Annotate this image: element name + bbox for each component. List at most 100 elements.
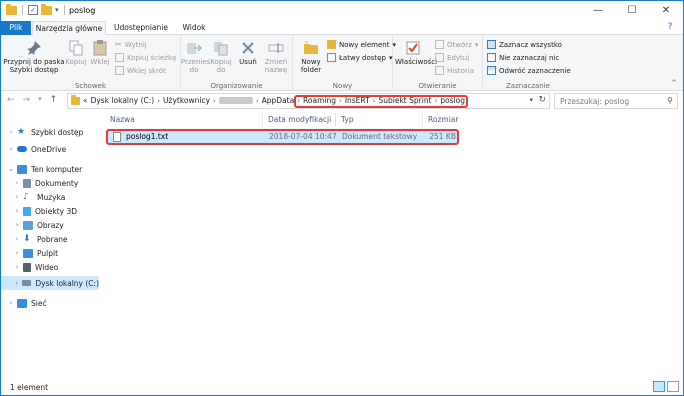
nav-label: Dokumenty: [35, 178, 79, 188]
chevron-right-icon[interactable]: ›: [13, 235, 21, 243]
copy-to-button[interactable]: Kopiuj do: [208, 40, 234, 74]
tab-home[interactable]: Narzędzia główne: [32, 21, 106, 36]
nav-onedrive[interactable]: › OneDrive: [1, 142, 99, 156]
paste-button[interactable]: Wklej: [89, 40, 111, 66]
chevron-right-icon[interactable]: ›: [7, 299, 15, 307]
help-button[interactable]: ?: [663, 21, 677, 35]
pin-quick-access-button[interactable]: Przypnij do paska Szybki dostęp: [3, 40, 65, 74]
easy-access-label: Łatwy dostęp: [339, 53, 386, 62]
toolbar-divider: [22, 5, 23, 15]
dropdown-arrow-icon: ▾: [474, 40, 479, 49]
delete-button[interactable]: Usuń: [236, 40, 260, 66]
copy-to-label: Kopiuj do: [210, 58, 232, 74]
collapse-ribbon-icon[interactable]: ^: [671, 79, 677, 87]
large-icons-view-icon[interactable]: [667, 381, 679, 392]
chevron-right-icon[interactable]: ›: [13, 263, 21, 271]
invert-selection-button[interactable]: Odwróć zaznaczenie: [487, 66, 571, 75]
address-bar[interactable]: « Dysk lokalny (C:) › Użytkownicy › › Ap…: [67, 93, 550, 109]
paste-label: Wklej: [90, 58, 110, 66]
copy-path-button[interactable]: Kopiuj ścieżkę: [115, 53, 176, 62]
rename-icon: [268, 43, 284, 53]
select-all-button[interactable]: Zaznacz wszystko: [487, 40, 562, 49]
refresh-icon[interactable]: ↻: [538, 95, 546, 105]
nav-documents[interactable]: › Dokumenty: [1, 176, 99, 190]
details-view-icon[interactable]: [653, 381, 665, 392]
nav-music[interactable]: › ♪ Muzyka: [1, 190, 99, 204]
maximize-button[interactable]: ☐: [615, 1, 649, 21]
select-none-icon: [487, 53, 496, 62]
new-folder-button[interactable]: Nowy folder: [296, 40, 326, 74]
new-folder-icon[interactable]: [41, 3, 52, 15]
nav-downloads[interactable]: › ⬇ Pobrane: [1, 232, 99, 246]
column-header-name[interactable]: Nazwa: [106, 113, 263, 127]
move-to-button[interactable]: Przenieś do: [181, 40, 210, 74]
column-header-date[interactable]: Data modyfikacji: [264, 113, 336, 127]
chevron-right-icon[interactable]: ›: [213, 97, 216, 105]
paste-shortcut-label: Wklej skrót: [127, 66, 166, 75]
open-button[interactable]: Otwórz ▾: [435, 40, 478, 49]
tab-view[interactable]: Widok: [177, 21, 211, 35]
column-header-size[interactable]: Rozmiar: [424, 113, 462, 127]
scissors-icon: ✂: [115, 40, 122, 49]
nav-quick-access[interactable]: › ★ Szybki dostęp: [1, 125, 99, 139]
breadcrumb-overflow[interactable]: «: [83, 96, 88, 105]
chevron-down-icon[interactable]: ⌄: [7, 165, 15, 173]
select-group-label: Zaznaczanie: [506, 82, 550, 90]
nav-3d-objects[interactable]: › Obiekty 3D: [1, 204, 99, 218]
breadcrumb-segment[interactable]: AppData: [262, 96, 295, 105]
tab-share[interactable]: Udostępnianie: [111, 21, 171, 35]
chevron-right-icon[interactable]: ›: [13, 221, 21, 229]
address-dropdown-icon[interactable]: ▾: [529, 96, 533, 104]
nav-videos[interactable]: › Wideo: [1, 260, 99, 274]
open-icon: [435, 40, 444, 49]
clipboard-group-label: Schowek: [74, 82, 107, 90]
chevron-right-icon[interactable]: ›: [13, 279, 20, 287]
search-box[interactable]: Przeszukaj: poslog ⚲: [554, 93, 678, 109]
minimize-button[interactable]: —: [581, 1, 615, 21]
breadcrumb-segment[interactable]: Użytkownicy: [163, 96, 210, 105]
customize-toolbar-icon[interactable]: ▾: [55, 6, 59, 14]
tab-file[interactable]: Plik: [1, 21, 31, 35]
column-header-type[interactable]: Typ: [337, 113, 423, 127]
pictures-icon: [23, 220, 33, 230]
back-arrow-icon[interactable]: ←: [7, 95, 15, 105]
easy-access-button[interactable]: Łatwy dostęp ▾: [327, 53, 392, 62]
cut-button[interactable]: ✂ Wytnij: [115, 40, 147, 49]
properties-button[interactable]: Właściwości: [395, 40, 437, 66]
select-none-button[interactable]: Nie zaznaczaj nic: [487, 53, 559, 62]
nav-local-disk[interactable]: › Dysk lokalny (C:): [1, 276, 99, 290]
video-icon: [23, 262, 31, 272]
nav-label: OneDrive: [31, 144, 67, 154]
breadcrumb-segment[interactable]: Dysk lokalny (C:): [91, 96, 155, 105]
chevron-right-icon[interactable]: ›: [7, 145, 15, 153]
chevron-right-icon[interactable]: ›: [13, 179, 21, 187]
copy-button[interactable]: Kopiuj: [65, 40, 87, 66]
breadcrumb-segment-redacted[interactable]: [218, 97, 253, 104]
nav-label: Pobrane: [37, 234, 68, 244]
close-button[interactable]: ✕: [649, 1, 683, 21]
nav-pictures[interactable]: › Obrazy: [1, 218, 99, 232]
new-item-button[interactable]: Nowy element ▾: [327, 40, 396, 49]
edit-button[interactable]: Edytuj: [435, 53, 469, 62]
nav-desktop[interactable]: › Pulpit: [1, 246, 99, 260]
nav-network[interactable]: › Sieć: [1, 296, 99, 310]
history-button[interactable]: Historia: [435, 66, 474, 75]
rename-button[interactable]: Zmień nazwę: [262, 40, 290, 74]
nav-this-pc[interactable]: ⌄ Ten komputer: [1, 162, 99, 176]
chevron-right-icon[interactable]: ›: [256, 97, 259, 105]
pin-icon: [27, 41, 41, 55]
properties-icon[interactable]: ✓: [28, 5, 38, 15]
recent-locations-icon[interactable]: ▾: [38, 95, 42, 105]
pin-label: Przypnij do paska Szybki dostęp: [3, 58, 65, 74]
chevron-right-icon[interactable]: ›: [7, 128, 15, 136]
paste-shortcut-button[interactable]: Wklej skrót: [115, 66, 166, 75]
chevron-right-icon[interactable]: ›: [13, 193, 21, 201]
music-note-icon: ♪: [23, 191, 29, 202]
cube-icon: [23, 206, 31, 216]
forward-arrow-icon[interactable]: →: [23, 95, 31, 105]
chevron-right-icon[interactable]: ›: [157, 97, 160, 105]
dropdown-arrow-icon: ▾: [388, 53, 393, 62]
chevron-right-icon[interactable]: ›: [13, 249, 21, 257]
up-arrow-icon[interactable]: ↑: [50, 95, 58, 105]
chevron-right-icon[interactable]: ›: [13, 207, 21, 215]
